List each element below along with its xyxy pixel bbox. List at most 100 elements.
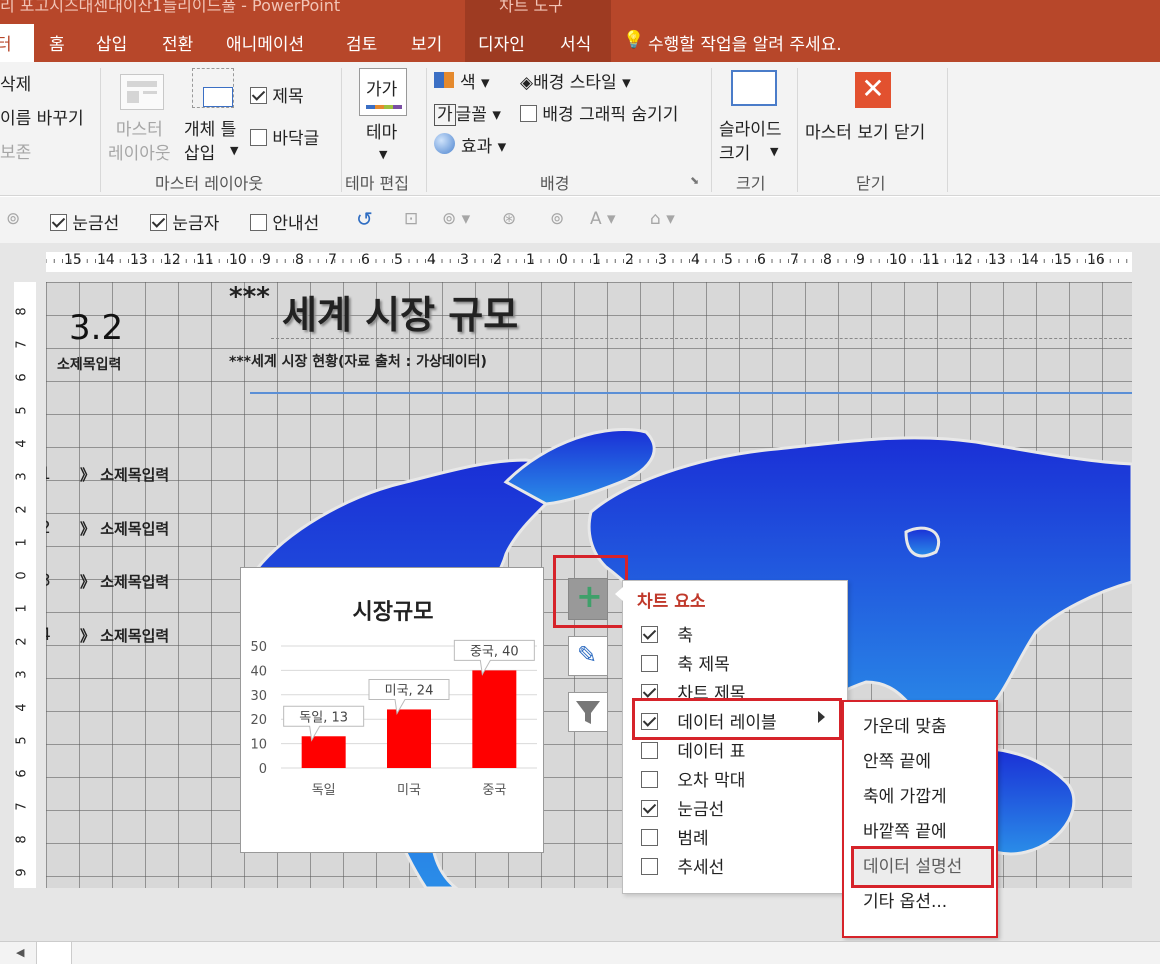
chart-element-label: 오차 막대 (677, 771, 746, 791)
bullet-item[interactable]: 》 소제목입력 (80, 464, 169, 485)
tab-review[interactable]: 검토 (346, 30, 377, 55)
bullet-number: 2 (46, 518, 51, 538)
chart-element-label: 축 제목 (677, 655, 730, 675)
tab-slide-master[interactable]: 터 (0, 24, 34, 62)
slide-subtitle[interactable]: ***세계 시장 현황(자료 출처 : 가상데이터) (229, 351, 487, 371)
label-position-option[interactable]: 가운데 맞춤 (863, 712, 947, 737)
merge-shapes-icon[interactable]: ⊚ ▾ (442, 209, 470, 229)
bullet-number: 3 (46, 571, 51, 591)
combine-icon[interactable]: ⊚ (550, 209, 564, 229)
scroll-thumb[interactable] (36, 942, 72, 964)
title-underline (250, 392, 1132, 394)
label-position-option[interactable]: 바깥쪽 끝에 (863, 817, 947, 842)
tab-home[interactable]: 홈 (49, 30, 65, 55)
chart-element-item[interactable]: 눈금선 (641, 795, 724, 820)
bullet-item[interactable]: 》 소제목입력 (80, 625, 169, 646)
tab-design[interactable]: 디자인 (478, 30, 525, 55)
ruler-label: 6 (14, 373, 30, 382)
ruler-checkbox[interactable]: 눈금자 (150, 209, 219, 234)
text-effect-icon[interactable]: A ▾ (590, 209, 616, 229)
scroll-left-icon[interactable]: ◀ (16, 946, 24, 959)
chart-element-item[interactable]: 축 (641, 621, 693, 646)
ruler-label: 5 (14, 736, 30, 745)
chart-element-item[interactable]: 축 제목 (641, 650, 730, 675)
dialog-launcher-icon[interactable]: ⬊ (690, 174, 699, 187)
chart-element-label: 축 (677, 626, 694, 646)
x-tick-label: 중국 (482, 783, 506, 798)
ruler-label: 8 (295, 252, 304, 268)
close-master-view-button[interactable]: 마스터 보기 닫기 (805, 118, 925, 143)
placeholder-icon (192, 68, 234, 108)
checkbox[interactable] (641, 829, 658, 846)
slide-title[interactable]: 세계 시장 규모 (282, 284, 518, 339)
ruler-label: 4 (14, 439, 30, 448)
chart-element-label: 추세선 (677, 858, 725, 878)
chart-element-item[interactable]: 범례 (641, 824, 709, 849)
theme-icon-text: 가가 (366, 80, 398, 100)
hide-background-checkbox[interactable]: 배경 그래픽 숨기기 (520, 100, 678, 125)
chart-filters-button[interactable] (568, 692, 608, 732)
paint-bucket-icon: ◈ (520, 73, 534, 93)
tab-animations[interactable]: 애니메이션 (226, 30, 304, 55)
bullet-item[interactable]: 》 소제목입력 (80, 571, 169, 592)
title-checkbox[interactable]: 제목 (250, 82, 304, 107)
ruler-label: 0 (559, 252, 568, 268)
colors-button[interactable]: 색 ▾ (434, 68, 490, 93)
bar (387, 709, 431, 768)
intersect-icon[interactable]: ⊛ (502, 209, 516, 229)
label-position-option[interactable]: 안쪽 끝에 (863, 747, 931, 772)
chart-element-item[interactable]: 오차 막대 (641, 766, 745, 791)
footer-checkbox-label: 바닥글 (272, 129, 320, 149)
ruler-label: 5 (724, 252, 733, 268)
context-tabs: 디자인 서식 (465, 22, 611, 62)
delete-button[interactable]: 삭제 (0, 70, 31, 95)
bullet-item[interactable]: 》 소제목입력 (80, 518, 169, 539)
checkbox[interactable] (641, 771, 658, 788)
ruler-label: 15 (1054, 252, 1072, 268)
label-position-option[interactable]: 기타 옵션... (863, 887, 947, 912)
refresh-icon[interactable]: ↺ (356, 207, 373, 231)
ruler-label: 15 (64, 252, 82, 268)
paste-icon[interactable]: ⌂ ▾ (650, 209, 675, 229)
checkbox[interactable] (641, 655, 658, 672)
window-title: 리 포고시즈대센대이산1들리이드풀 - PowerPoint (0, 0, 341, 15)
ruler-label: 1 (526, 252, 535, 268)
tab-insert[interactable]: 삽입 (96, 30, 127, 55)
chart-element-item[interactable]: 데이터 표 (641, 737, 745, 762)
chart-element-item[interactable]: 추세선 (641, 853, 724, 878)
insert-placeholder-button[interactable]: 개체 틀 삽입 (184, 118, 236, 166)
tab-format[interactable]: 서식 (560, 30, 591, 55)
checkbox[interactable] (641, 800, 658, 817)
slide-size-button[interactable]: 슬라이드 크기 (719, 118, 782, 166)
chart[interactable]: 시장규모 50 40 30 20 10 0 독일 독일, 13 미국 미국, 24 중국 중국, 40 (240, 567, 544, 853)
ruler-label: 3 (658, 252, 667, 268)
gridlines-checkbox[interactable]: 눈금선 (50, 209, 119, 234)
rename-button[interactable]: 이름 바꾸기 (0, 104, 84, 129)
presenter-icon[interactable]: ⊡ (404, 209, 418, 229)
tab-view[interactable]: 보기 (411, 30, 442, 55)
checkbox[interactable] (641, 858, 658, 875)
themes-button[interactable]: 테마 (366, 118, 397, 143)
background-styles-button[interactable]: ◈배경 스타일 ▾ (520, 68, 631, 93)
ruler-label: 6 (14, 769, 30, 778)
master-layout-button[interactable]: 마스터 레이아웃 (108, 118, 171, 166)
guides-checkbox[interactable]: 안내선 (250, 209, 319, 234)
y-tick-label: 0 (259, 762, 267, 777)
tell-me-box[interactable]: 수행할 작업을 알려 주세요. (648, 30, 842, 55)
ruler-label: 13 (988, 252, 1006, 268)
size-group-label: 크기 (736, 174, 766, 193)
data-label: 미국, 24 (385, 683, 434, 698)
checkbox[interactable] (641, 626, 658, 643)
checkbox[interactable] (641, 742, 658, 759)
label-position-option[interactable]: 축에 가깝게 (863, 782, 947, 807)
effects-button[interactable]: 효과 ▾ (434, 132, 506, 157)
fonts-button[interactable]: 가 글꼴 ▾ (434, 100, 501, 126)
effects-icon (434, 133, 455, 154)
preserve-button[interactable]: 보존 (0, 138, 31, 163)
footer-checkbox[interactable]: 바닥글 (250, 124, 319, 149)
ruler-label: 2 (493, 252, 502, 268)
chart-plot: 50 40 30 20 10 0 독일 독일, 13 미국 미국, 24 중국 중국, 40 (250, 639, 537, 798)
ruler-label: 7 (790, 252, 799, 268)
chart-styles-button[interactable]: ✎ (568, 636, 608, 676)
tab-transitions[interactable]: 전환 (162, 30, 193, 55)
